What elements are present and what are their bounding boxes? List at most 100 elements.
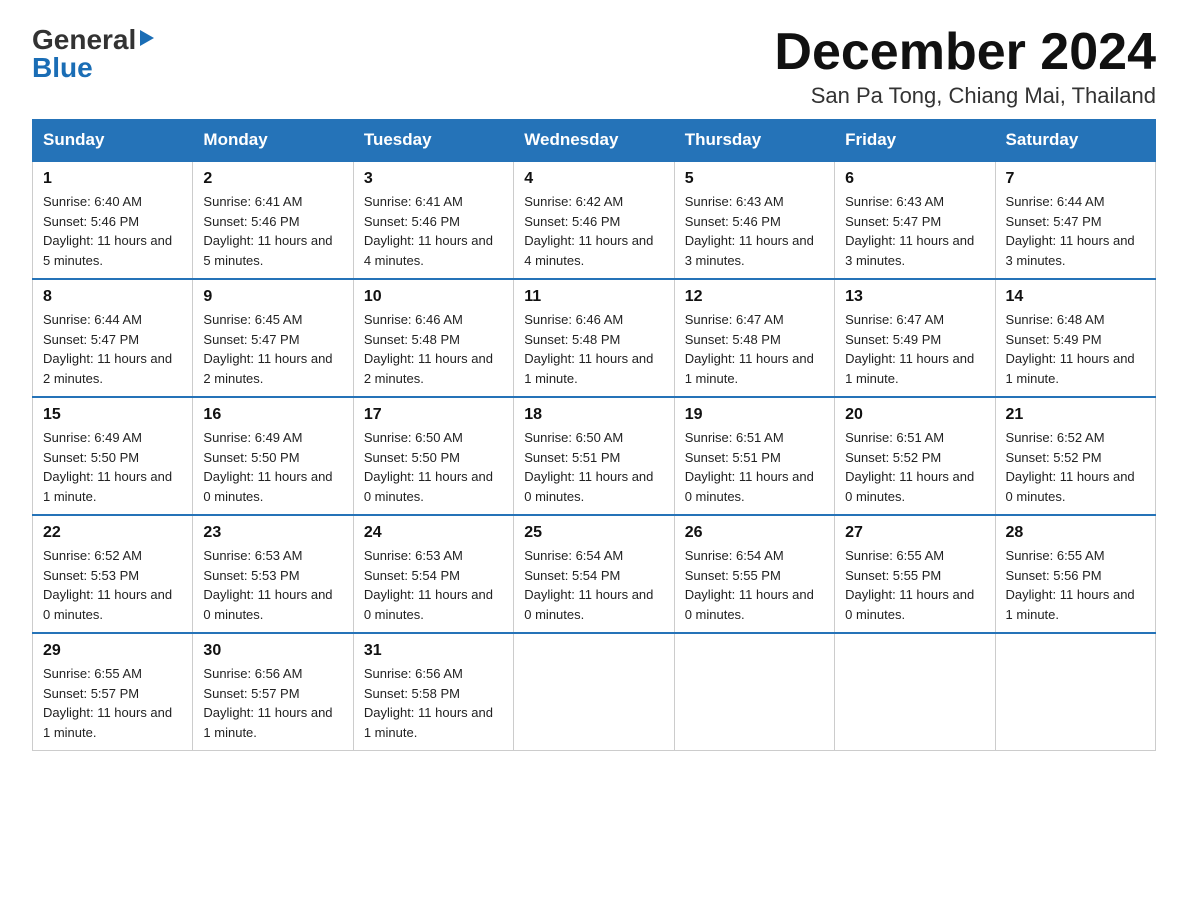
day-info: Sunrise: 6:51 AMSunset: 5:51 PMDaylight:…: [685, 430, 814, 504]
day-number: 28: [1006, 524, 1145, 542]
header-row: Sunday Monday Tuesday Wednesday Thursday…: [33, 120, 1156, 162]
day-info: Sunrise: 6:55 AMSunset: 5:56 PMDaylight:…: [1006, 548, 1135, 622]
day-number: 26: [685, 524, 824, 542]
day-number: 11: [524, 288, 663, 306]
calendar-table: Sunday Monday Tuesday Wednesday Thursday…: [32, 119, 1156, 751]
calendar-cell: 17 Sunrise: 6:50 AMSunset: 5:50 PMDaylig…: [353, 397, 513, 515]
day-number: 3: [364, 170, 503, 188]
day-number: 23: [203, 524, 342, 542]
day-info: Sunrise: 6:52 AMSunset: 5:53 PMDaylight:…: [43, 548, 172, 622]
calendar-cell: [835, 633, 995, 751]
week-row-2: 8 Sunrise: 6:44 AMSunset: 5:47 PMDayligh…: [33, 279, 1156, 397]
col-wednesday: Wednesday: [514, 120, 674, 162]
day-number: 1: [43, 170, 182, 188]
day-number: 8: [43, 288, 182, 306]
day-info: Sunrise: 6:52 AMSunset: 5:52 PMDaylight:…: [1006, 430, 1135, 504]
calendar-cell: 16 Sunrise: 6:49 AMSunset: 5:50 PMDaylig…: [193, 397, 353, 515]
day-number: 20: [845, 406, 984, 424]
week-row-3: 15 Sunrise: 6:49 AMSunset: 5:50 PMDaylig…: [33, 397, 1156, 515]
calendar-cell: 27 Sunrise: 6:55 AMSunset: 5:55 PMDaylig…: [835, 515, 995, 633]
day-number: 14: [1006, 288, 1145, 306]
calendar-cell: 21 Sunrise: 6:52 AMSunset: 5:52 PMDaylig…: [995, 397, 1155, 515]
col-thursday: Thursday: [674, 120, 834, 162]
calendar-cell: [514, 633, 674, 751]
day-info: Sunrise: 6:47 AMSunset: 5:49 PMDaylight:…: [845, 312, 974, 386]
day-number: 4: [524, 170, 663, 188]
day-info: Sunrise: 6:46 AMSunset: 5:48 PMDaylight:…: [364, 312, 493, 386]
calendar-cell: 8 Sunrise: 6:44 AMSunset: 5:47 PMDayligh…: [33, 279, 193, 397]
day-info: Sunrise: 6:41 AMSunset: 5:46 PMDaylight:…: [203, 194, 332, 268]
day-info: Sunrise: 6:47 AMSunset: 5:48 PMDaylight:…: [685, 312, 814, 386]
location: San Pa Tong, Chiang Mai, Thailand: [774, 83, 1156, 109]
day-info: Sunrise: 6:49 AMSunset: 5:50 PMDaylight:…: [43, 430, 172, 504]
day-info: Sunrise: 6:55 AMSunset: 5:55 PMDaylight:…: [845, 548, 974, 622]
calendar-cell: 3 Sunrise: 6:41 AMSunset: 5:46 PMDayligh…: [353, 161, 513, 279]
week-row-4: 22 Sunrise: 6:52 AMSunset: 5:53 PMDaylig…: [33, 515, 1156, 633]
day-info: Sunrise: 6:50 AMSunset: 5:50 PMDaylight:…: [364, 430, 493, 504]
week-row-1: 1 Sunrise: 6:40 AMSunset: 5:46 PMDayligh…: [33, 161, 1156, 279]
calendar-cell: 12 Sunrise: 6:47 AMSunset: 5:48 PMDaylig…: [674, 279, 834, 397]
header: General Blue December 2024 San Pa Tong, …: [32, 24, 1156, 109]
day-info: Sunrise: 6:44 AMSunset: 5:47 PMDaylight:…: [43, 312, 172, 386]
col-tuesday: Tuesday: [353, 120, 513, 162]
day-info: Sunrise: 6:43 AMSunset: 5:47 PMDaylight:…: [845, 194, 974, 268]
calendar-cell: 26 Sunrise: 6:54 AMSunset: 5:55 PMDaylig…: [674, 515, 834, 633]
col-friday: Friday: [835, 120, 995, 162]
day-info: Sunrise: 6:46 AMSunset: 5:48 PMDaylight:…: [524, 312, 653, 386]
calendar-cell: 25 Sunrise: 6:54 AMSunset: 5:54 PMDaylig…: [514, 515, 674, 633]
month-title: December 2024: [774, 24, 1156, 81]
calendar-cell: 15 Sunrise: 6:49 AMSunset: 5:50 PMDaylig…: [33, 397, 193, 515]
day-info: Sunrise: 6:44 AMSunset: 5:47 PMDaylight:…: [1006, 194, 1135, 268]
calendar-cell: 2 Sunrise: 6:41 AMSunset: 5:46 PMDayligh…: [193, 161, 353, 279]
calendar-cell: 31 Sunrise: 6:56 AMSunset: 5:58 PMDaylig…: [353, 633, 513, 751]
calendar-cell: 30 Sunrise: 6:56 AMSunset: 5:57 PMDaylig…: [193, 633, 353, 751]
day-info: Sunrise: 6:54 AMSunset: 5:55 PMDaylight:…: [685, 548, 814, 622]
calendar-cell: 24 Sunrise: 6:53 AMSunset: 5:54 PMDaylig…: [353, 515, 513, 633]
day-info: Sunrise: 6:56 AMSunset: 5:57 PMDaylight:…: [203, 666, 332, 740]
calendar-cell: 20 Sunrise: 6:51 AMSunset: 5:52 PMDaylig…: [835, 397, 995, 515]
day-info: Sunrise: 6:42 AMSunset: 5:46 PMDaylight:…: [524, 194, 653, 268]
day-number: 17: [364, 406, 503, 424]
day-number: 7: [1006, 170, 1145, 188]
day-number: 21: [1006, 406, 1145, 424]
day-number: 6: [845, 170, 984, 188]
day-number: 30: [203, 642, 342, 660]
logo-blue: Blue: [32, 52, 93, 84]
day-number: 29: [43, 642, 182, 660]
day-number: 22: [43, 524, 182, 542]
day-info: Sunrise: 6:50 AMSunset: 5:51 PMDaylight:…: [524, 430, 653, 504]
calendar-cell: 13 Sunrise: 6:47 AMSunset: 5:49 PMDaylig…: [835, 279, 995, 397]
calendar-cell: 6 Sunrise: 6:43 AMSunset: 5:47 PMDayligh…: [835, 161, 995, 279]
day-info: Sunrise: 6:41 AMSunset: 5:46 PMDaylight:…: [364, 194, 493, 268]
calendar-cell: 18 Sunrise: 6:50 AMSunset: 5:51 PMDaylig…: [514, 397, 674, 515]
logo-area: General Blue: [32, 24, 156, 84]
logo-triangle-icon: [138, 28, 156, 53]
calendar-cell: 7 Sunrise: 6:44 AMSunset: 5:47 PMDayligh…: [995, 161, 1155, 279]
week-row-5: 29 Sunrise: 6:55 AMSunset: 5:57 PMDaylig…: [33, 633, 1156, 751]
day-number: 24: [364, 524, 503, 542]
day-number: 2: [203, 170, 342, 188]
day-info: Sunrise: 6:48 AMSunset: 5:49 PMDaylight:…: [1006, 312, 1135, 386]
calendar-cell: [995, 633, 1155, 751]
day-number: 12: [685, 288, 824, 306]
day-info: Sunrise: 6:49 AMSunset: 5:50 PMDaylight:…: [203, 430, 332, 504]
day-info: Sunrise: 6:45 AMSunset: 5:47 PMDaylight:…: [203, 312, 332, 386]
col-saturday: Saturday: [995, 120, 1155, 162]
day-number: 5: [685, 170, 824, 188]
day-info: Sunrise: 6:51 AMSunset: 5:52 PMDaylight:…: [845, 430, 974, 504]
day-info: Sunrise: 6:43 AMSunset: 5:46 PMDaylight:…: [685, 194, 814, 268]
day-number: 31: [364, 642, 503, 660]
day-number: 18: [524, 406, 663, 424]
day-info: Sunrise: 6:55 AMSunset: 5:57 PMDaylight:…: [43, 666, 172, 740]
calendar-cell: 4 Sunrise: 6:42 AMSunset: 5:46 PMDayligh…: [514, 161, 674, 279]
day-info: Sunrise: 6:54 AMSunset: 5:54 PMDaylight:…: [524, 548, 653, 622]
calendar-cell: 11 Sunrise: 6:46 AMSunset: 5:48 PMDaylig…: [514, 279, 674, 397]
calendar-cell: 9 Sunrise: 6:45 AMSunset: 5:47 PMDayligh…: [193, 279, 353, 397]
day-info: Sunrise: 6:53 AMSunset: 5:53 PMDaylight:…: [203, 548, 332, 622]
calendar-cell: 28 Sunrise: 6:55 AMSunset: 5:56 PMDaylig…: [995, 515, 1155, 633]
day-number: 25: [524, 524, 663, 542]
calendar-cell: 5 Sunrise: 6:43 AMSunset: 5:46 PMDayligh…: [674, 161, 834, 279]
day-number: 10: [364, 288, 503, 306]
day-number: 27: [845, 524, 984, 542]
calendar-cell: 19 Sunrise: 6:51 AMSunset: 5:51 PMDaylig…: [674, 397, 834, 515]
